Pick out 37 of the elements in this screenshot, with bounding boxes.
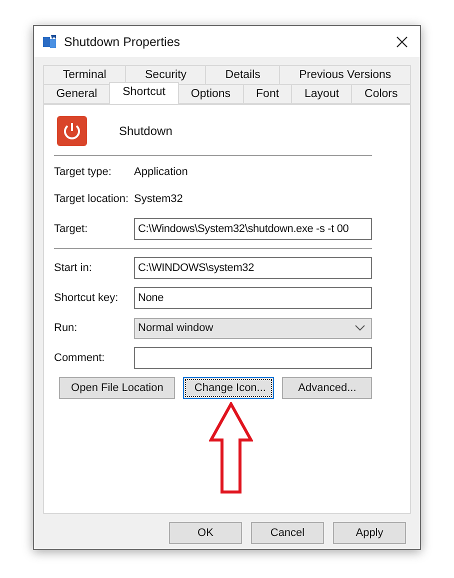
run-dropdown[interactable]: Normal window [134,318,372,338]
field-label: Target type: [54,166,112,178]
field-label: Run: [54,322,78,334]
action-button[interactable]: Change Icon... [183,377,274,399]
shortcut-icon [42,34,58,50]
field-value: System32 [134,193,183,205]
action-button[interactable]: Advanced... [282,377,372,399]
tab[interactable]: Terminal [43,65,126,84]
field-label: Target: [54,223,89,235]
tab[interactable]: Options [178,84,243,104]
tab[interactable]: General [43,84,110,104]
shortcut-name: Shutdown [119,124,172,138]
dialog-button[interactable]: OK [169,522,242,544]
field-label: Target location: [54,193,130,205]
power-icon [57,116,87,146]
field-label: Shortcut key: [54,292,120,304]
dialog-button[interactable]: Apply [333,522,406,544]
tab[interactable]: Security [125,65,206,84]
tab[interactable]: Font [242,84,292,104]
close-icon[interactable] [396,36,408,48]
input-field[interactable] [134,347,372,369]
window-title: Shutdown Properties [64,34,182,48]
arrow-icon [209,402,253,494]
tab[interactable]: Details [205,65,280,84]
dialog-button[interactable]: Cancel [251,522,324,544]
field-label: Start in: [54,262,93,274]
tab[interactable]: Colors [351,84,411,104]
tab[interactable]: Previous Versions [279,65,412,84]
field-label: Comment: [54,352,106,364]
target-field[interactable]: C:\Windows\System32\shutdown.exe -s -t 00 [134,218,372,240]
chevron-down-icon [355,325,365,331]
tab[interactable]: Shortcut [109,82,179,104]
tab[interactable]: Layout [291,84,352,104]
input-field[interactable]: C:\WINDOWS\system32 [134,257,372,279]
action-button[interactable]: Open File Location [59,377,176,399]
input-field[interactable]: None [134,287,372,309]
field-value: Application [134,166,188,178]
